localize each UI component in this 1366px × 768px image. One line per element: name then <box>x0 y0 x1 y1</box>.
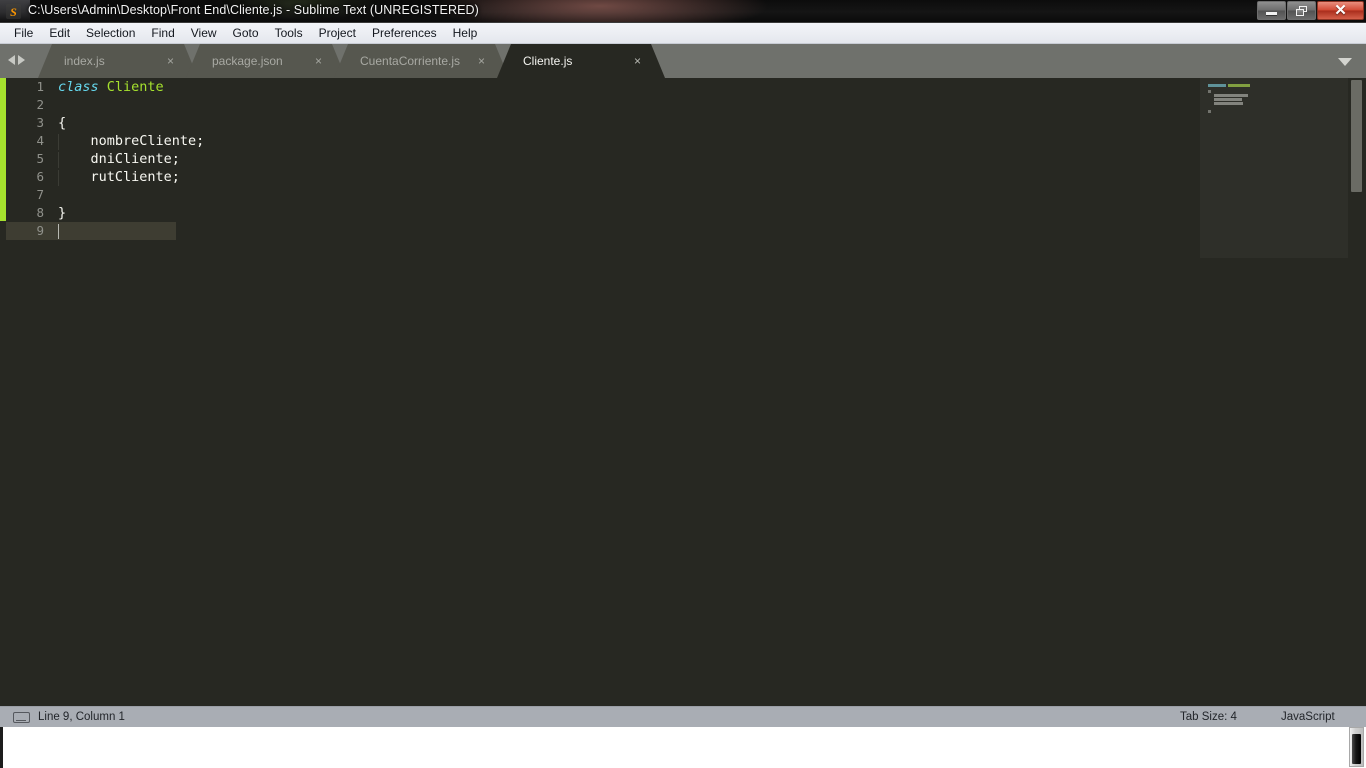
token-punct: dniCliente; <box>58 151 180 167</box>
editor-vertical-scrollbar[interactable] <box>1351 80 1362 192</box>
tab-cliente-js[interactable]: Cliente.js × <box>497 44 665 78</box>
console-panel-icon[interactable] <box>13 712 30 723</box>
nav-next-icon[interactable] <box>18 55 25 65</box>
line-number: 1 <box>36 79 44 94</box>
line-number: 4 <box>36 133 44 148</box>
menu-item-help[interactable]: Help <box>445 25 486 41</box>
window-title: C:\Users\Admin\Desktop\Front End\Cliente… <box>28 3 479 17</box>
restore-icon <box>1296 5 1307 16</box>
background-window-scrollbar[interactable] <box>1349 727 1364 767</box>
tab-nav-arrows[interactable] <box>8 55 25 65</box>
code-line[interactable]: 4 nombreCliente; <box>0 132 1200 150</box>
menu-item-file[interactable]: File <box>6 25 41 41</box>
tab-label: package.json <box>212 54 283 68</box>
tab-size-status[interactable]: Tab Size: 4 <box>1180 711 1237 723</box>
token-punct: rutCliente; <box>58 169 180 185</box>
menu-item-view[interactable]: View <box>183 25 225 41</box>
token-cls: Cliente <box>106 79 164 95</box>
line-number: 6 <box>36 169 44 184</box>
background-window-scrollbar-thumb[interactable] <box>1352 734 1361 764</box>
token-punct <box>99 79 107 95</box>
close-icon: ✕ <box>1334 2 1347 19</box>
editor-pane[interactable]: 1 class Cliente 2 3{4 nombreCliente; 5 dniCl… <box>0 78 1366 706</box>
indent-guide <box>58 170 59 186</box>
minimize-icon <box>1266 12 1277 15</box>
code-line[interactable]: 5 dniCliente; <box>0 150 1200 168</box>
code-line[interactable]: 3{ <box>0 114 1200 132</box>
code-line[interactable]: 1 class Cliente <box>0 78 1200 96</box>
code-line[interactable]: 8} <box>0 204 1200 222</box>
restore-button[interactable] <box>1287 1 1316 20</box>
chevron-down-icon[interactable] <box>1338 58 1352 66</box>
background-window <box>0 726 1366 768</box>
tab-background <box>38 44 198 78</box>
code-line[interactable]: 6 rutCliente; <box>0 168 1200 186</box>
line-text: nombreCliente; <box>58 132 205 150</box>
close-button[interactable]: ✕ <box>1317 1 1364 20</box>
tab-index-js[interactable]: index.js × <box>38 44 198 78</box>
line-text: } <box>58 204 66 222</box>
tab-close-icon[interactable]: × <box>478 55 485 67</box>
tab-label: Cliente.js <box>523 54 573 68</box>
title-bar[interactable]: S C:\Users\Admin\Desktop\Front End\Clien… <box>0 0 1366 23</box>
token-punct: nombreCliente; <box>58 133 205 149</box>
minimize-button[interactable] <box>1257 1 1286 20</box>
indent-guide <box>58 152 59 168</box>
tab-close-icon[interactable]: × <box>634 55 641 67</box>
menu-item-tools[interactable]: Tools <box>267 25 311 41</box>
code-line[interactable]: 2 <box>0 96 1200 114</box>
tab-close-icon[interactable]: × <box>315 55 322 67</box>
nav-previous-icon[interactable] <box>8 55 15 65</box>
line-number: 7 <box>36 187 44 202</box>
menu-item-edit[interactable]: Edit <box>41 25 78 41</box>
line-number: 8 <box>36 205 44 220</box>
indent-guide <box>58 134 59 150</box>
tab-label: CuentaCorriente.js <box>360 54 461 68</box>
token-punct: { <box>58 115 67 131</box>
text-caret <box>58 224 59 239</box>
code-line[interactable]: 9 <box>0 222 1200 240</box>
tab-bar: index.js × package.json × CuentaCorriente.js… <box>0 44 1366 78</box>
cursor-position-status[interactable]: Line 9, Column 1 <box>38 711 125 723</box>
menu-item-project[interactable]: Project <box>311 25 364 41</box>
window-controls: ✕ <box>1256 1 1364 21</box>
line-number: 5 <box>36 151 44 166</box>
tab-list: index.js × package.json × CuentaCorriente.js… <box>38 44 653 78</box>
line-number: 2 <box>36 97 44 112</box>
line-number: 9 <box>36 223 44 238</box>
menu-item-goto[interactable]: Goto <box>225 25 267 41</box>
menu-item-preferences[interactable]: Preferences <box>364 25 445 41</box>
token-punct: } <box>58 205 67 221</box>
tab-label: index.js <box>64 54 105 68</box>
minimap-viewport[interactable] <box>1200 78 1348 258</box>
line-number: 3 <box>36 115 44 130</box>
syntax-status[interactable]: JavaScript <box>1281 711 1335 723</box>
line-text: dniCliente; <box>58 150 180 168</box>
menu-item-find[interactable]: Find <box>143 25 182 41</box>
line-text: rutCliente; <box>58 168 180 186</box>
line-text: { <box>58 114 66 132</box>
tab-package-json[interactable]: package.json × <box>186 44 346 78</box>
menu-item-selection[interactable]: Selection <box>78 25 143 41</box>
code-content[interactable]: 1 class Cliente 2 3{4 nombreCliente; 5 dniCl… <box>0 78 1200 706</box>
line-text: class Cliente <box>58 78 164 96</box>
tab-close-icon[interactable]: × <box>167 55 174 67</box>
tab-cuentacorriente-js[interactable]: CuentaCorriente.js × <box>334 44 509 78</box>
sublime-text-logo-icon: S <box>6 4 21 19</box>
status-bar: Line 9, Column 1 Tab Size: 4 JavaScript <box>0 706 1366 727</box>
token-kw: class <box>58 79 99 95</box>
sublime-text-window: S C:\Users\Admin\Desktop\Front End\Clien… <box>0 0 1366 768</box>
code-line[interactable]: 7 <box>0 186 1200 204</box>
menu-bar: File Edit Selection Find View Goto Tools Projec… <box>0 23 1366 44</box>
